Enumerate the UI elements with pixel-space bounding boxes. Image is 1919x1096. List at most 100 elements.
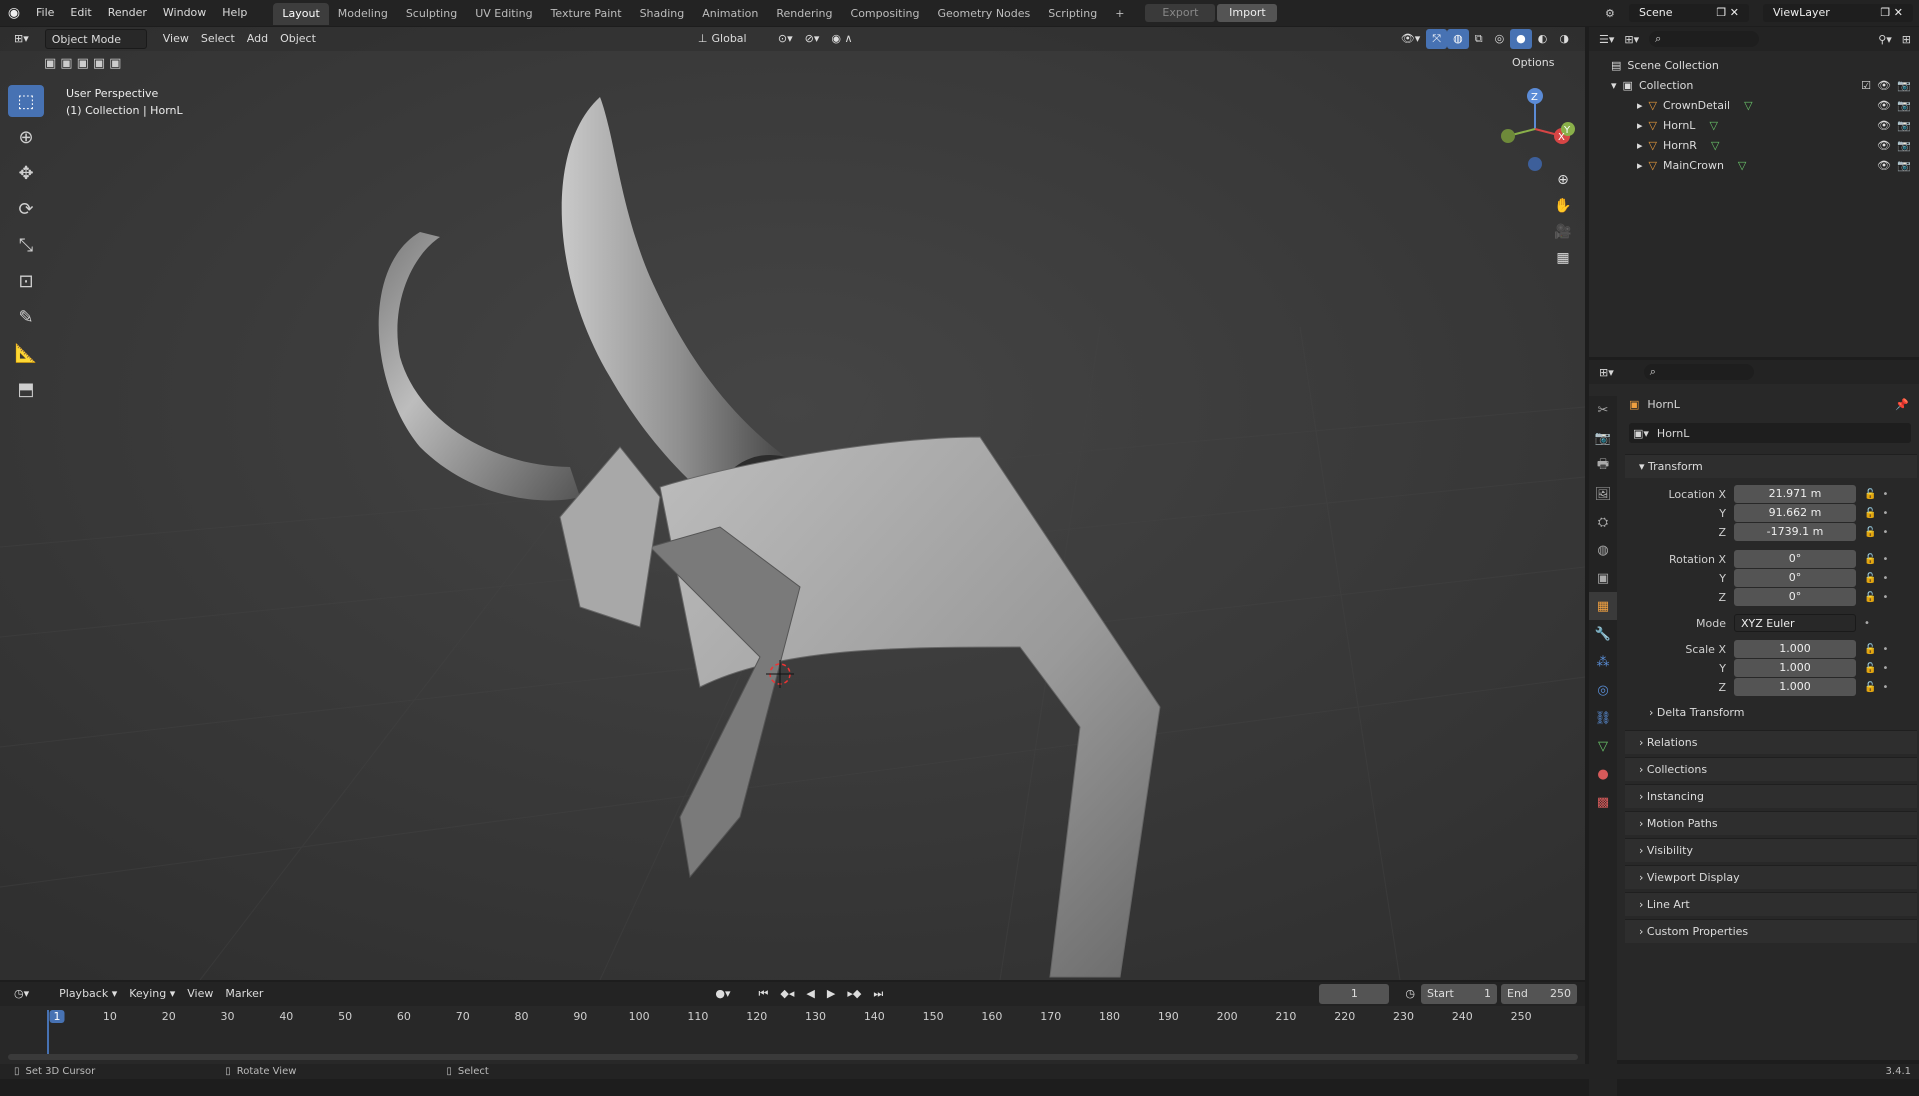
expand-icon[interactable]: ▸ xyxy=(1637,99,1643,112)
editor-type-icon[interactable]: ◷▾ xyxy=(8,984,35,1004)
render-tab-icon[interactable]: 📷 xyxy=(1589,424,1617,452)
3d-viewport[interactable]: ⊞▾ Object Mode View Select Add Object ⊥ … xyxy=(0,27,1585,980)
lock-icon[interactable]: 🔓• xyxy=(1864,489,1894,500)
lock-icon[interactable]: 🔓• xyxy=(1864,554,1894,565)
datablock-field[interactable]: ▣▾ HornL xyxy=(1629,423,1911,443)
eye-icon[interactable]: 👁 xyxy=(1877,119,1891,132)
transform-panel-header[interactable]: ▾ Transform xyxy=(1625,454,1917,478)
camera-icon[interactable]: 📷 xyxy=(1897,79,1911,92)
scale-y-field[interactable]: 1.000 xyxy=(1734,659,1856,677)
visibility-panel-header[interactable]: › Visibility xyxy=(1625,838,1917,862)
search-icon[interactable]: ⌕ xyxy=(1649,31,1760,47)
frame-ruler[interactable]: 1 10 20 30 40 50 60 70 80 90 100 110 120 130 140 150 160… xyxy=(0,1010,1585,1030)
select-box-icon[interactable]: ⬚ xyxy=(8,85,44,117)
snap-icon[interactable]: ⊘▾ xyxy=(799,29,826,49)
shading-solid-icon[interactable]: ● xyxy=(1510,29,1532,49)
search-icon[interactable]: ⌕ xyxy=(1643,364,1754,380)
motion-paths-panel-header[interactable]: › Motion Paths xyxy=(1625,811,1917,835)
lock-icon[interactable]: 🔓• xyxy=(1864,573,1894,584)
physics-tab-icon[interactable]: ◎ xyxy=(1589,676,1617,704)
lock-icon[interactable]: 🔓• xyxy=(1864,592,1894,603)
import-button[interactable]: Import xyxy=(1217,4,1278,22)
scale-icon[interactable]: ⤡ xyxy=(8,229,44,261)
playhead[interactable] xyxy=(47,1010,49,1060)
tab-scripting[interactable]: Scripting xyxy=(1039,3,1106,25)
outliner-collection[interactable]: ▾ ▣ Collection ☑ 👁 📷 xyxy=(1589,75,1919,95)
location-z-field[interactable]: -1739.1 m xyxy=(1734,523,1856,541)
camera-icon[interactable]: 📷 xyxy=(1897,159,1911,172)
tool-tab-icon[interactable]: ✂ xyxy=(1589,396,1617,424)
lock-icon[interactable]: 🔓• xyxy=(1864,682,1894,693)
delta-transform-header[interactable]: › Delta Transform xyxy=(1649,706,1744,719)
camera-icon[interactable]: 📷 xyxy=(1897,119,1911,132)
material-tab-icon[interactable]: ● xyxy=(1589,760,1617,788)
pivot-icon[interactable]: ⊙▾ xyxy=(772,29,799,49)
expand-icon[interactable]: ▾ xyxy=(1611,79,1617,92)
proportional-edit-icon[interactable]: ◉ ∧ xyxy=(825,29,858,49)
add-workspace-button[interactable]: + xyxy=(1106,3,1133,25)
record-icon[interactable]: ●▾ xyxy=(709,984,736,1004)
tab-layout[interactable]: Layout xyxy=(273,3,329,25)
gizmo-toggle-icon[interactable]: ⤧ xyxy=(1426,29,1448,49)
view-menu[interactable]: View xyxy=(181,984,219,1004)
expand-icon[interactable]: ▸ xyxy=(1637,159,1643,172)
lock-icon[interactable]: 🔓• xyxy=(1864,508,1894,519)
tab-animation[interactable]: Animation xyxy=(693,3,767,25)
texture-tab-icon[interactable]: ▩ xyxy=(1589,788,1617,816)
menu-help[interactable]: Help xyxy=(214,0,255,26)
xray-toggle-icon[interactable]: ⧉ xyxy=(1469,29,1489,49)
object-tab-icon[interactable]: ▦ xyxy=(1589,592,1617,620)
editor-type-icon[interactable]: ☰▾ xyxy=(1599,33,1614,46)
tab-compositing[interactable]: Compositing xyxy=(842,3,929,25)
keying-menu[interactable]: Keying ▾ xyxy=(123,984,181,1004)
cursor-icon[interactable]: ⊕ xyxy=(8,121,44,153)
filter-icon[interactable]: ⚲▾ xyxy=(1878,33,1892,46)
move-icon[interactable]: ✥ xyxy=(8,157,44,189)
options-button[interactable]: Options xyxy=(1512,56,1554,69)
custom-properties-panel-header[interactable]: › Custom Properties xyxy=(1625,919,1917,943)
scale-x-field[interactable]: 1.000 xyxy=(1734,640,1856,658)
collections-panel-header[interactable]: › Collections xyxy=(1625,757,1917,781)
menu-object[interactable]: Object xyxy=(274,29,322,49)
constraints-tab-icon[interactable]: ⛓ xyxy=(1589,704,1617,732)
expand-icon[interactable]: ▸ xyxy=(1637,119,1643,132)
lock-icon[interactable]: 🔓• xyxy=(1864,663,1894,674)
line-art-panel-header[interactable]: › Line Art xyxy=(1625,892,1917,916)
rotation-y-field[interactable]: 0° xyxy=(1734,569,1856,587)
menu-render[interactable]: Render xyxy=(100,0,155,26)
shading-rendered-icon[interactable]: ◑ xyxy=(1553,29,1575,49)
current-frame-field[interactable]: 1 xyxy=(1319,984,1390,1004)
shading-material-icon[interactable]: ◐ xyxy=(1532,29,1554,49)
export-button[interactable]: Export xyxy=(1145,4,1216,22)
collection-tab-icon[interactable]: ▣ xyxy=(1589,564,1617,592)
eye-icon[interactable]: 👁 xyxy=(1877,139,1891,152)
outliner-scene-collection[interactable]: ▤ Scene Collection xyxy=(1589,55,1919,75)
scene-tab-icon[interactable]: ⛭ xyxy=(1589,508,1617,536)
zoom-icon[interactable]: ⊕ xyxy=(1550,167,1576,193)
tab-sculpting[interactable]: Sculpting xyxy=(397,3,466,25)
jump-start-icon[interactable]: ⏮ xyxy=(753,984,775,1004)
prev-keyframe-icon[interactable]: ◆◂ xyxy=(774,984,800,1004)
marker-menu[interactable]: Marker xyxy=(219,984,269,1004)
scale-z-field[interactable]: 1.000 xyxy=(1734,678,1856,696)
expand-icon[interactable]: ▸ xyxy=(1637,139,1643,152)
checkbox-icon[interactable]: ☑ xyxy=(1861,79,1871,92)
play-icon[interactable]: ▶ xyxy=(821,984,841,1004)
display-mode-icon[interactable]: ⊞▾ xyxy=(1624,33,1639,46)
camera-icon[interactable]: 📷 xyxy=(1897,99,1911,112)
rotation-x-field[interactable]: 0° xyxy=(1734,550,1856,568)
scene-selector[interactable]: Scene ❐ ✕ xyxy=(1629,4,1749,22)
location-x-field[interactable]: 21.971 m xyxy=(1734,485,1856,503)
jump-end-icon[interactable]: ⏭ xyxy=(867,984,889,1004)
visibility-icon[interactable]: 👁▾ xyxy=(1395,29,1427,49)
menu-file[interactable]: File xyxy=(28,0,62,26)
instancing-panel-header[interactable]: › Instancing xyxy=(1625,784,1917,808)
rotate-icon[interactable]: ⟳ xyxy=(8,193,44,225)
tab-modeling[interactable]: Modeling xyxy=(329,3,397,25)
camera-icon[interactable]: 🎥 xyxy=(1550,219,1576,245)
pan-hand-icon[interactable]: ✋ xyxy=(1550,193,1576,219)
shading-wireframe-icon[interactable]: ◎ xyxy=(1489,29,1511,49)
blender-logo-icon[interactable]: ◉ xyxy=(0,5,28,21)
eye-icon[interactable]: 👁 xyxy=(1877,79,1891,92)
pin-icon[interactable]: 📌 xyxy=(1895,398,1909,411)
